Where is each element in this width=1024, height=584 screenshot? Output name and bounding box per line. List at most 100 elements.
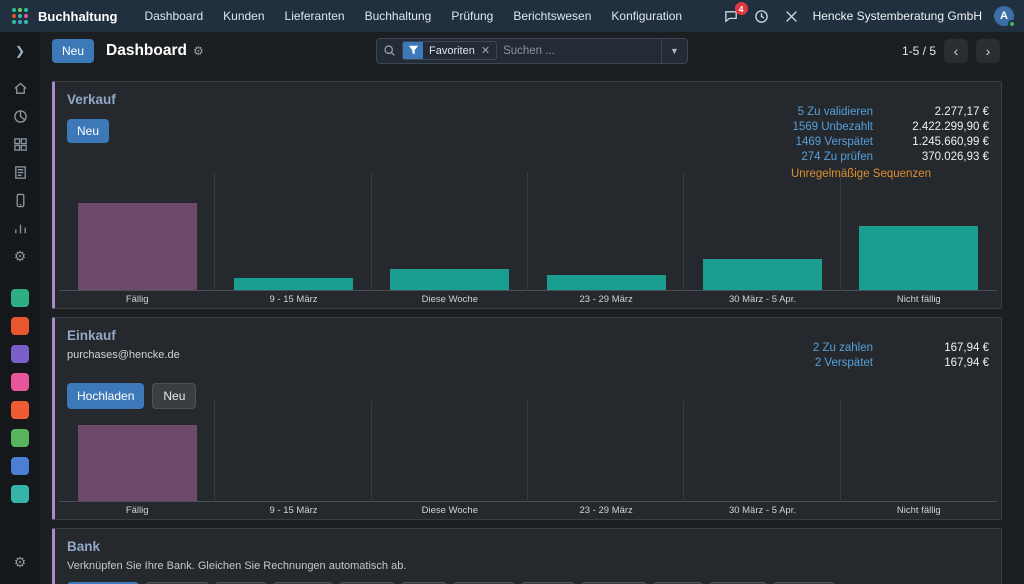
chart-bar[interactable] — [547, 275, 666, 290]
search-bar[interactable]: Favoriten ✕ ▼ — [376, 38, 688, 64]
stat-value: 167,94 € — [887, 357, 989, 369]
chart-column: 9 - 15 März — [215, 415, 371, 519]
app-icon-8[interactable] — [11, 485, 29, 503]
menu-lieferanten[interactable]: Lieferanten — [276, 5, 354, 27]
upload-button[interactable]: Hochladen — [67, 383, 144, 409]
messages-badge: 4 — [735, 2, 748, 15]
verkauf-new-button[interactable]: Neu — [67, 119, 109, 143]
chart-column: 23 - 29 März — [528, 186, 684, 308]
menu-pruefung[interactable]: Prüfung — [442, 5, 502, 27]
bank-card-title[interactable]: Bank — [67, 539, 989, 554]
chart-column: Nicht fällig — [841, 186, 997, 308]
chart-category-label: 23 - 29 März — [528, 291, 684, 308]
bar-chart-icon[interactable] — [6, 214, 34, 242]
chart-bar[interactable] — [390, 269, 509, 290]
search-facet: Favoriten ✕ — [402, 41, 497, 60]
einkauf-chart: Fällig9 - 15 MärzDiese Woche23 - 29 März… — [55, 415, 1001, 519]
menu-dashboard[interactable]: Dashboard — [135, 5, 212, 27]
stat-value: 370.026,93 € — [887, 151, 989, 163]
chart-column: 23 - 29 März — [528, 415, 684, 519]
chart-bar[interactable] — [859, 226, 978, 290]
menu-buchhaltung[interactable]: Buchhaltung — [356, 5, 441, 27]
apps-menu-icon[interactable] — [12, 8, 28, 24]
shortcuts-icon[interactable] — [783, 7, 801, 25]
stat-value: 2.422.299,90 € — [887, 121, 989, 133]
chart-category-label: Diese Woche — [372, 502, 528, 519]
activities-clock-icon[interactable] — [753, 7, 771, 25]
gears-icon[interactable]: ⚙ — [6, 242, 34, 270]
top-navbar: Buchhaltung Dashboard Kunden Lieferanten… — [0, 0, 1024, 32]
search-icon — [377, 44, 402, 57]
user-avatar[interactable]: A — [994, 6, 1014, 26]
chart-category-label: Diese Woche — [372, 291, 528, 308]
chart-category-label: Fällig — [59, 291, 215, 308]
chart-category-label: Nicht fällig — [841, 502, 997, 519]
search-input[interactable] — [503, 45, 661, 57]
dashboard-content: Verkauf Neu 5 Zu validieren 2.277,17 € 1… — [40, 69, 1024, 584]
verkauf-stats: 5 Zu validieren 2.277,17 € 1569 Unbezahl… — [791, 92, 989, 180]
control-panel: Neu Dashboard ⚙ Favoriten ✕ ▼ 1-5 / 5 — [40, 32, 1024, 69]
app-icon-4[interactable] — [11, 373, 29, 391]
app-icon-7[interactable] — [11, 457, 29, 475]
chart-column: Diese Woche — [372, 415, 528, 519]
menu-konfiguration[interactable]: Konfiguration — [602, 5, 691, 27]
stat-link[interactable]: 274 Zu prüfen — [801, 151, 873, 163]
chart-category-label: 23 - 29 März — [528, 502, 684, 519]
app-sidebar: ❯ ⚙ ⚙ — [0, 32, 40, 584]
home-icon[interactable] — [6, 74, 34, 102]
app-icon-6[interactable] — [11, 429, 29, 447]
bank-card: Bank Verknüpfen Sie Ihre Bank. Gleichen … — [52, 528, 1002, 584]
stat-link[interactable]: 2 Zu zahlen — [813, 342, 873, 354]
chart-column: Fällig — [59, 186, 215, 308]
stat-row: 5 Zu validieren 2.277,17 € — [791, 106, 989, 118]
chart-category-label: 30 März - 5 Apr. — [684, 502, 840, 519]
chart-column: Nicht fällig — [841, 415, 997, 519]
settings-gear-icon[interactable]: ⚙ — [6, 548, 34, 576]
mobile-icon[interactable] — [6, 186, 34, 214]
menu-kunden[interactable]: Kunden — [214, 5, 273, 27]
einkauf-new-button[interactable]: Neu — [152, 383, 196, 409]
company-name[interactable]: Hencke Systemberatung GmbH — [813, 9, 982, 23]
chart-bar[interactable] — [78, 425, 197, 501]
stat-link[interactable]: 5 Zu validieren — [798, 106, 873, 118]
pager-previous-icon[interactable]: ‹ — [944, 39, 968, 63]
chart-column: Diese Woche — [372, 186, 528, 308]
chart-column: 9 - 15 März — [215, 186, 371, 308]
search-dropdown-caret-icon[interactable]: ▼ — [661, 39, 687, 63]
app-icon-1[interactable] — [11, 289, 29, 307]
einkauf-stats: 2 Zu zahlen 167,94 € 2 Verspätet 167,94 … — [813, 328, 989, 409]
dashboard-icon[interactable] — [6, 102, 34, 130]
chart-bar[interactable] — [78, 203, 197, 290]
avatar-letter: A — [1000, 10, 1008, 22]
stat-link[interactable]: 1469 Verspätet — [796, 136, 873, 148]
irregular-sequences-link[interactable]: Unregelmäßige Sequenzen — [791, 168, 931, 180]
app-icon-2[interactable] — [11, 317, 29, 335]
document-icon[interactable] — [6, 158, 34, 186]
stat-link[interactable]: 1569 Unbezahlt — [792, 121, 873, 133]
verkauf-card-title[interactable]: Verkauf — [67, 92, 116, 107]
pager-next-icon[interactable]: › — [976, 39, 1000, 63]
page-title[interactable]: Dashboard — [106, 42, 187, 60]
chart-bar[interactable] — [234, 278, 353, 290]
menu-berichtswesen[interactable]: Berichtswesen — [504, 5, 600, 27]
app-brand[interactable]: Buchhaltung — [38, 9, 117, 24]
pager-range[interactable]: 1-5 / 5 — [902, 44, 936, 58]
chart-bar[interactable] — [703, 259, 822, 290]
messages-icon[interactable]: 4 — [723, 7, 741, 25]
filter-funnel-icon[interactable] — [403, 42, 423, 59]
verkauf-card: Verkauf Neu 5 Zu validieren 2.277,17 € 1… — [52, 81, 1002, 309]
stat-link[interactable]: 2 Verspätet — [815, 357, 873, 369]
stat-value: 2.277,17 € — [887, 106, 989, 118]
chart-category-label: 30 März - 5 Apr. — [684, 291, 840, 308]
bank-description: Verknüpfen Sie Ihre Bank. Gleichen Sie R… — [67, 560, 989, 572]
app-icon-5[interactable] — [11, 401, 29, 419]
sidebar-expand-icon[interactable]: ❯ — [6, 40, 34, 62]
new-button[interactable]: Neu — [52, 39, 94, 63]
apps-grid-icon[interactable] — [6, 130, 34, 158]
einkauf-card-title[interactable]: Einkauf — [67, 328, 196, 343]
einkauf-card: Einkauf purchases@hencke.de Hochladen Ne… — [52, 317, 1002, 520]
app-icon-3[interactable] — [11, 345, 29, 363]
view-settings-gear-icon[interactable]: ⚙ — [193, 44, 204, 58]
chart-column: 30 März - 5 Apr. — [684, 415, 840, 519]
facet-remove-icon[interactable]: ✕ — [481, 44, 496, 57]
